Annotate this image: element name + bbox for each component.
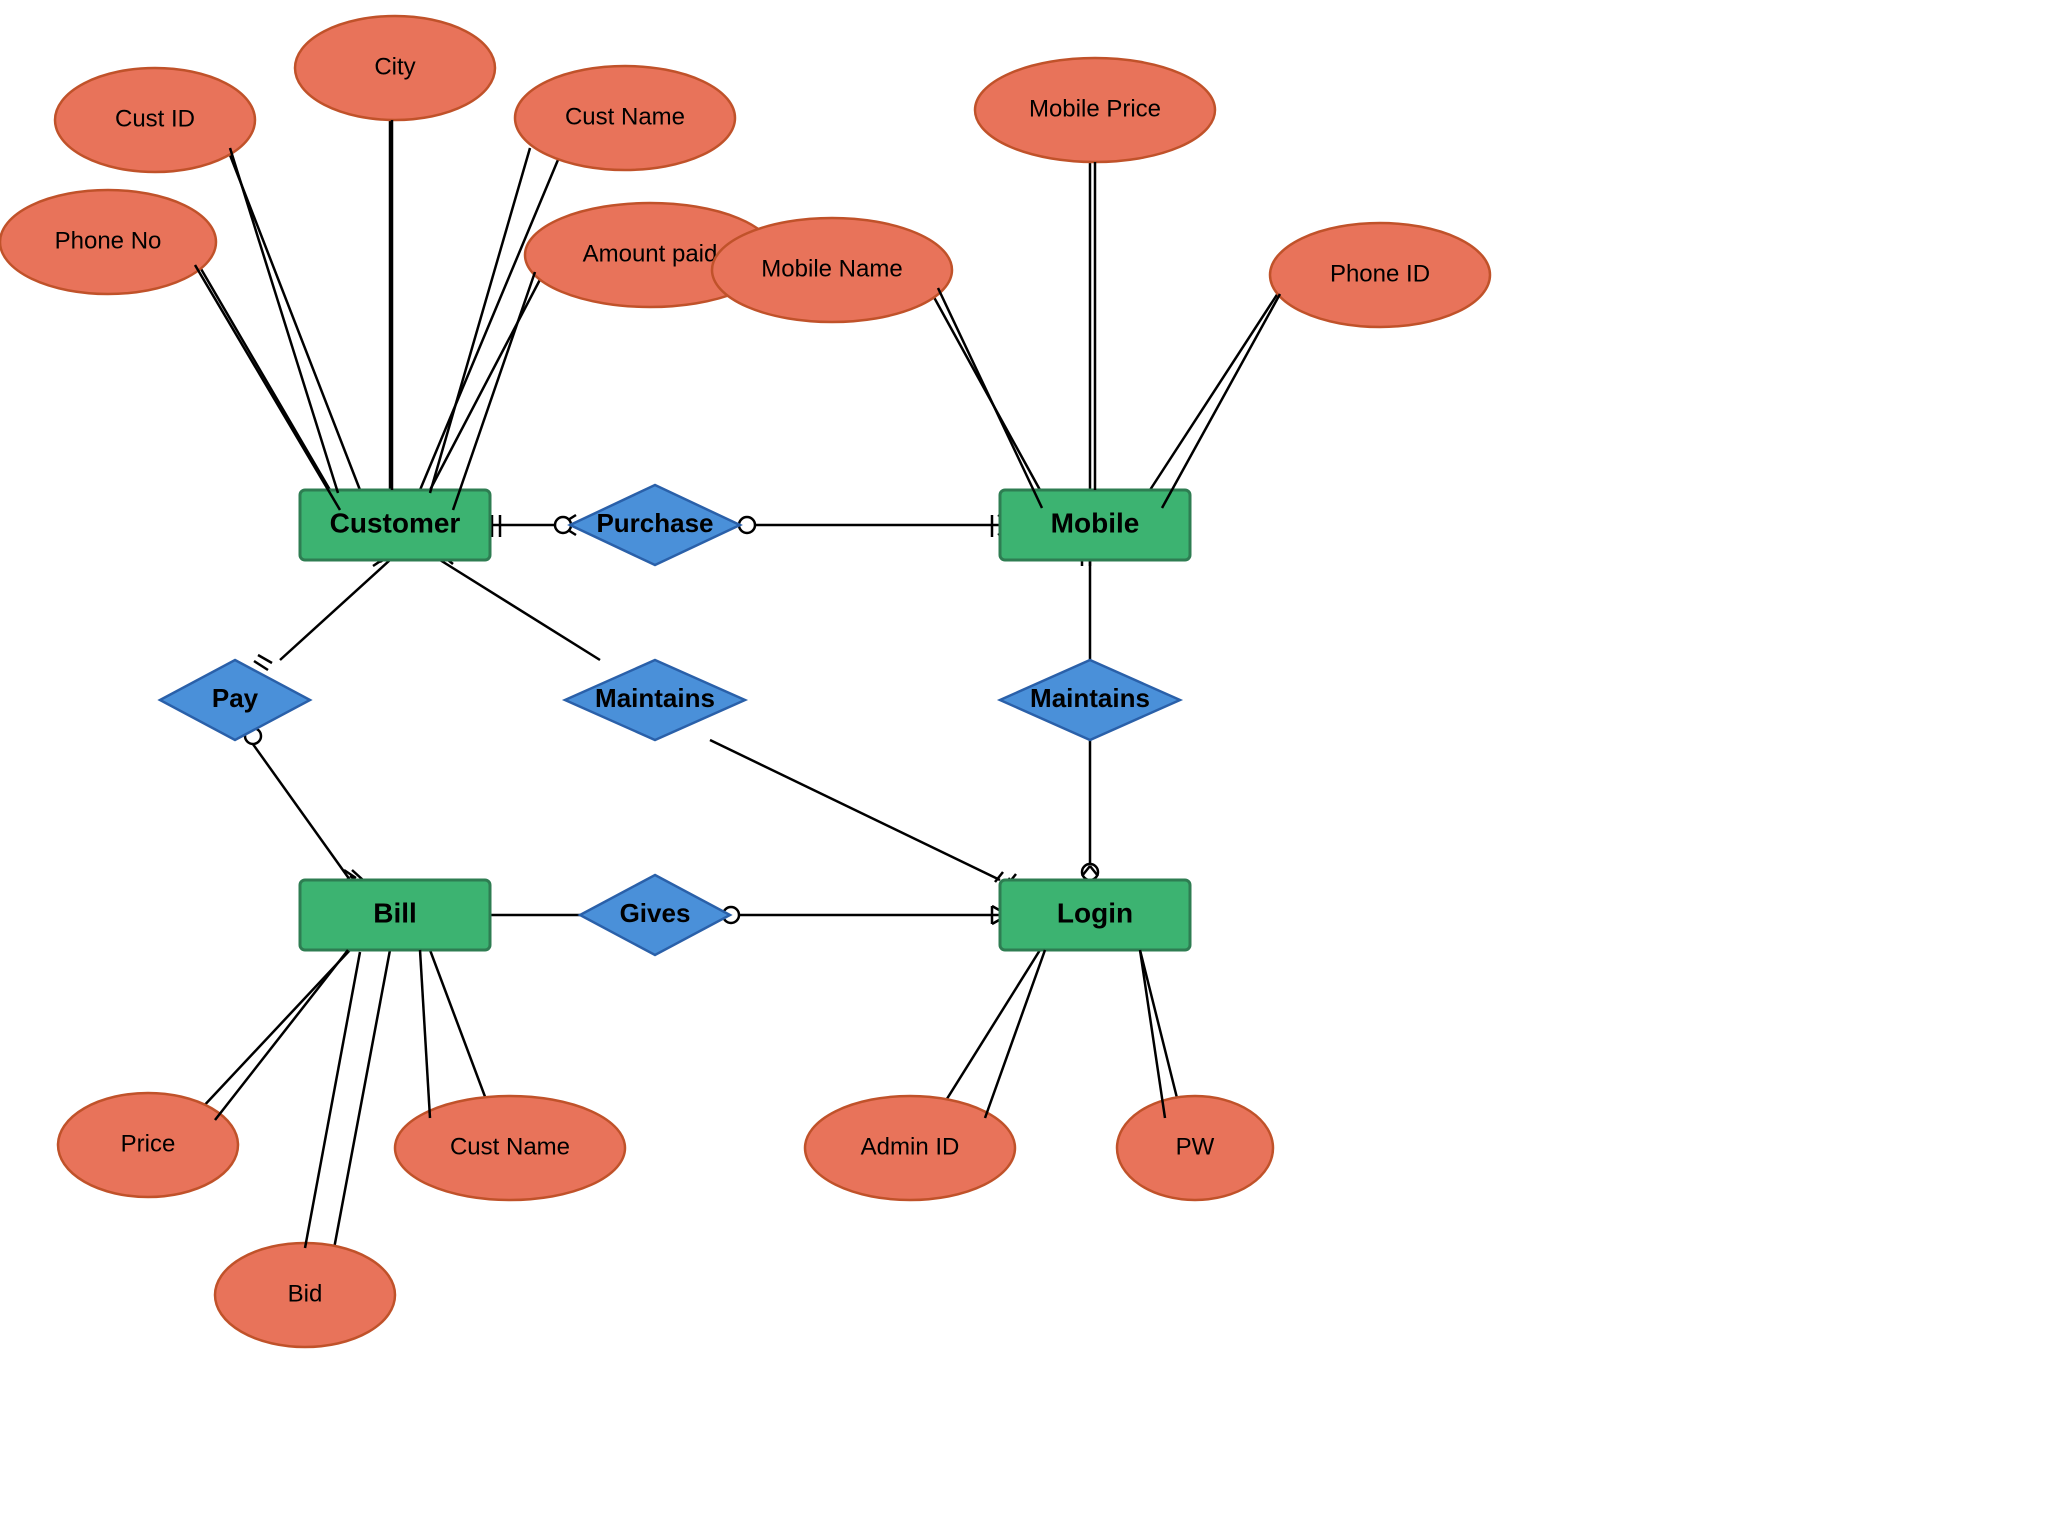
pw-label: PW: [1176, 1133, 1215, 1160]
purchase-label: Purchase: [596, 508, 713, 538]
mobile-name-label: Mobile Name: [761, 255, 902, 282]
maintains-center-label: Maintains: [595, 683, 715, 713]
er-diagram: Customer Mobile Bill Login Purchase Pay …: [0, 0, 2048, 1509]
cust-name-top-label: Cust Name: [565, 103, 685, 130]
bid-label: Bid: [288, 1280, 323, 1307]
price-label: Price: [121, 1130, 176, 1157]
phone-no-label: Phone No: [55, 227, 162, 254]
login-label: Login: [1057, 897, 1133, 928]
pay-label: Pay: [212, 683, 259, 713]
amount-paid-label: Amount paid: [583, 240, 718, 267]
mobile-price-label: Mobile Price: [1029, 95, 1161, 122]
maintains-right-label: Maintains: [1030, 683, 1150, 713]
mobile-label: Mobile: [1051, 507, 1140, 538]
city-label: City: [374, 53, 415, 80]
admin-id-label: Admin ID: [861, 1133, 960, 1160]
cust-id-label: Cust ID: [115, 105, 195, 132]
gives-label: Gives: [620, 898, 691, 928]
cust-name-bot-label: Cust Name: [450, 1133, 570, 1160]
bill-label: Bill: [373, 897, 417, 928]
customer-label: Customer: [330, 507, 461, 538]
phone-id-label: Phone ID: [1330, 260, 1430, 287]
